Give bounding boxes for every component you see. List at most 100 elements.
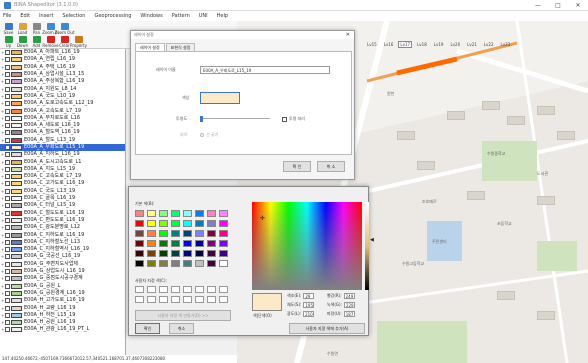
layer-visibility-checkbox[interactable]: [5, 327, 10, 333]
basic-color-swatch[interactable]: [207, 260, 216, 267]
layer-list-item[interactable]: + E00A_G_국공선_L16_19: [0, 253, 125, 260]
layer-visibility-checkbox[interactable]: [5, 137, 10, 143]
close-button[interactable]: ✕: [568, 2, 588, 9]
layer-list-item[interactable]: + E00A_C_터널_L15_19: [0, 202, 125, 209]
layer-visibility-checkbox[interactable]: [5, 123, 10, 129]
basic-color-swatch[interactable]: [183, 260, 192, 267]
add-custom-color-button[interactable]: 사용자 지정 색에 추가(A): [289, 323, 365, 334]
basic-color-swatch[interactable]: [147, 240, 156, 247]
close-icon[interactable]: ✕: [346, 32, 350, 38]
basic-color-swatch[interactable]: [171, 260, 180, 267]
layer-list-item[interactable]: + E00A_A_연립_L16_19: [0, 56, 125, 63]
custom-color-swatch[interactable]: [183, 286, 192, 293]
basic-color-swatch[interactable]: [219, 250, 228, 257]
layer-list-item[interactable]: + E00A_H_하천_L15_19: [0, 312, 125, 319]
layer-list[interactable]: + E00A_A_아파트_L16_19 + E00A_A_연립_L16_19 + E00A…: [0, 49, 126, 355]
basic-color-swatch[interactable]: [207, 230, 216, 237]
layer-visibility-checkbox[interactable]: [5, 225, 10, 231]
basic-color-swatch[interactable]: [183, 210, 192, 217]
basic-color-swatch[interactable]: [219, 260, 228, 267]
layer-visibility-checkbox[interactable]: [5, 276, 10, 282]
basic-color-swatch[interactable]: [219, 230, 228, 237]
custom-color-swatch[interactable]: [147, 286, 156, 293]
toolbar-button[interactable]: Zoom Out: [54, 23, 75, 35]
layer-visibility-checkbox[interactable]: [5, 188, 10, 194]
layer-list-item[interactable]: + E00A_C_고가도로_L16_19: [0, 180, 125, 187]
layer-list-item[interactable]: + E00A_A_고속도로_L7_19: [0, 107, 125, 114]
blue-field[interactable]: 187: [343, 311, 355, 317]
menu-insert[interactable]: Insert: [39, 13, 53, 19]
layer-list-item[interactable]: + E00A_A_주상복합_L16_19: [0, 78, 125, 85]
layer-list-item[interactable]: + E00A_A_도시고속도로_L1: [0, 158, 125, 165]
ok-button[interactable]: 확 인: [283, 161, 311, 172]
layer-list-item[interactable]: + E00A_G_공원_L: [0, 283, 125, 290]
basic-color-swatch[interactable]: [207, 220, 216, 227]
define-custom-colors-button[interactable]: 사용자 지정 색 만들기(D) >>: [135, 310, 231, 321]
zoom-level-button[interactable]: Lv23: [499, 41, 513, 48]
layer-list-item[interactable]: + E00A_G_중점도시공구경계: [0, 275, 125, 282]
layer-list-item[interactable]: + E00A_A_철도역_L16_19: [0, 129, 125, 136]
layer-list-item[interactable]: + E00A_G_공원경계_L16_19: [0, 290, 125, 297]
basic-color-swatch[interactable]: [159, 260, 168, 267]
layer-list-item[interactable]: + E00A_A_지도_L15_19: [0, 166, 125, 173]
basic-color-swatch[interactable]: [171, 250, 180, 257]
layer-visibility-checkbox[interactable]: [5, 181, 10, 187]
basic-color-swatch[interactable]: [183, 230, 192, 237]
toolbar-button[interactable]: Pan: [30, 23, 43, 35]
basic-color-swatch[interactable]: [147, 220, 156, 227]
basic-color-swatch[interactable]: [135, 250, 144, 257]
layer-visibility-checkbox[interactable]: [5, 108, 10, 114]
basic-color-swatch[interactable]: [171, 230, 180, 237]
basic-color-swatch[interactable]: [135, 260, 144, 267]
basic-color-swatch[interactable]: [195, 250, 204, 257]
basic-color-swatch[interactable]: [147, 250, 156, 257]
luminance-field[interactable]: 210: [303, 311, 315, 317]
layer-list-item[interactable]: + E00A_A_국도_L10_19: [0, 93, 125, 100]
red-field[interactable]: 249: [343, 293, 355, 299]
layer-visibility-checkbox[interactable]: [5, 261, 10, 267]
basic-color-swatch[interactable]: [171, 210, 180, 217]
basic-color-swatch[interactable]: [183, 240, 192, 247]
layer-visibility-checkbox[interactable]: [5, 305, 10, 311]
layer-visibility-checkbox[interactable]: [5, 232, 10, 238]
layer-visibility-checkbox[interactable]: [5, 247, 10, 253]
basic-color-swatch[interactable]: [135, 210, 144, 217]
layer-visibility-checkbox[interactable]: [5, 159, 10, 165]
zoom-level-button[interactable]: Lv17: [398, 41, 413, 48]
basic-color-swatch[interactable]: [135, 240, 144, 247]
toolbar-button[interactable]: Up: [2, 36, 15, 48]
layer-list-item[interactable]: + E00A_C_국도_L13_19: [0, 188, 125, 195]
basic-color-swatch[interactable]: [183, 250, 192, 257]
layer-visibility-checkbox[interactable]: [5, 254, 10, 260]
layer-visibility-checkbox[interactable]: [5, 145, 10, 150]
toolbar-button[interactable]: Down: [16, 36, 29, 48]
basic-color-swatch[interactable]: [207, 210, 216, 217]
layer-visibility-checkbox[interactable]: [5, 298, 10, 304]
opacity-slider[interactable]: [200, 116, 270, 122]
toolbar-button[interactable]: Property: [70, 36, 87, 48]
basic-color-swatch[interactable]: [195, 230, 204, 237]
layer-list-item[interactable]: + E00A_C_철도도로_L16_19: [0, 210, 125, 217]
color-spectrum[interactable]: ✛: [252, 202, 362, 290]
layer-visibility-checkbox[interactable]: [5, 283, 10, 289]
layer-visibility-checkbox[interactable]: [5, 93, 10, 99]
basic-color-swatch[interactable]: [159, 240, 168, 247]
layer-visibility-checkbox[interactable]: [5, 101, 10, 107]
toolbar-button[interactable]: Add: [30, 36, 43, 48]
basic-color-swatch[interactable]: [219, 220, 228, 227]
layer-visibility-checkbox[interactable]: [5, 130, 10, 136]
color-ok-button[interactable]: 확인: [135, 323, 160, 334]
custom-color-swatch[interactable]: [195, 296, 204, 303]
toolbar-button[interactable]: Save: [2, 23, 15, 35]
basic-color-swatch[interactable]: [219, 240, 228, 247]
zoom-level-button[interactable]: Lv18: [415, 41, 429, 48]
layer-list-item[interactable]: + E00A_A_지하도_L16_19: [0, 151, 125, 158]
basic-color-swatch[interactable]: [147, 230, 156, 237]
layer-list-item[interactable]: + E00A_A_무지로도로_L16: [0, 115, 125, 122]
line-radio[interactable]: [200, 133, 204, 137]
green-field[interactable]: 229: [343, 302, 355, 308]
custom-color-swatch[interactable]: [195, 286, 204, 293]
layer-list-item[interactable]: + E00A_H_고가도로_L16_19: [0, 297, 125, 304]
menu-uni[interactable]: UNI: [199, 13, 208, 19]
layer-visibility-checkbox[interactable]: [5, 152, 10, 158]
